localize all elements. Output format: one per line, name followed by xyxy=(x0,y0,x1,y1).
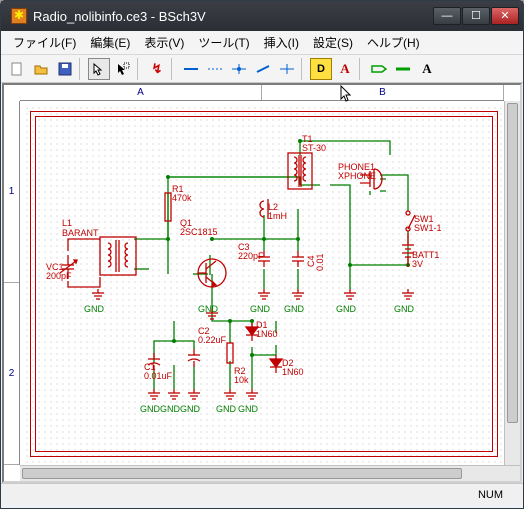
menu-help[interactable]: ヘルプ(H) xyxy=(361,32,426,53)
menu-settings[interactable]: 設定(S) xyxy=(307,32,359,53)
schematic-sheet[interactable]: T1 ST-30 PHONE1 XPHONE R1 470k L2 1mH Q1… xyxy=(24,105,504,463)
menu-view[interactable]: 表示(V) xyxy=(138,32,190,53)
select-tool-button[interactable] xyxy=(88,58,110,80)
tag-tool-button[interactable] xyxy=(368,58,390,80)
bus-tool-button[interactable] xyxy=(204,58,226,80)
junction-tool-button[interactable] xyxy=(228,58,250,80)
label-gnd6: GND xyxy=(394,305,414,315)
menu-file[interactable]: ファイル(F) xyxy=(7,32,82,53)
app-icon xyxy=(11,8,27,24)
menu-insert[interactable]: 挿入(I) xyxy=(258,32,305,53)
origin-tool-button[interactable]: ↯ xyxy=(146,58,168,80)
menubar: ファイル(F) 編集(E) 表示(V) ツール(T) 挿入(I) 設定(S) ヘ… xyxy=(1,31,523,55)
label-c4v: 0.01 xyxy=(316,253,326,271)
open-file-button[interactable] xyxy=(30,58,52,80)
schematic-drawing xyxy=(30,111,498,457)
maximize-button[interactable]: ☐ xyxy=(462,7,490,25)
label-t1v: ST-30 xyxy=(302,144,326,154)
label-gnd1: GND xyxy=(84,305,104,315)
scrollbar-horizontal[interactable] xyxy=(20,465,520,481)
label-c3v: 220pF xyxy=(238,252,264,262)
label-c1v: 0.01uF xyxy=(144,372,172,382)
label-gnd4: GND xyxy=(284,305,304,315)
entry-tool-button[interactable] xyxy=(252,58,274,80)
ruler-horizontal: A B xyxy=(20,85,504,101)
component-tool-button[interactable]: D xyxy=(310,58,332,80)
app-window: Radio_nolibinfo.ce3 - BSch3V — ☐ ✕ ファイル(… xyxy=(0,0,524,509)
label-gnd5: GND xyxy=(336,305,356,315)
scrollbar-vertical[interactable] xyxy=(504,101,520,465)
label-batt1v: 3V xyxy=(412,260,423,270)
toolbar: ↯ D A A xyxy=(1,55,523,83)
label-l1: L1 BARANT xyxy=(62,219,99,239)
new-file-button[interactable] xyxy=(6,58,28,80)
ruler-vertical: 1 2 xyxy=(4,101,20,465)
minimize-button[interactable]: — xyxy=(433,7,461,25)
netlabel-tool-button[interactable]: A xyxy=(334,58,356,80)
label-gnd8: GND xyxy=(160,405,180,415)
statusbar: NUM xyxy=(1,483,523,505)
label-c2v: 0.22uF xyxy=(198,336,226,346)
noconnect-tool-button[interactable] xyxy=(276,58,298,80)
menu-tool[interactable]: ツール(T) xyxy=(192,32,255,53)
label-r1v: 470k xyxy=(172,194,192,204)
label-vc1v: 200pF xyxy=(46,272,72,282)
label-l2v: 1mH xyxy=(268,212,287,222)
canvas[interactable]: A B 1 2 xyxy=(2,83,522,483)
wire-tool-button[interactable] xyxy=(180,58,202,80)
drag-tool-button[interactable] xyxy=(112,58,134,80)
text-tool-button[interactable]: A xyxy=(416,58,438,80)
label-phone1v: XPHONE xyxy=(338,172,376,182)
menu-edit[interactable]: 編集(E) xyxy=(84,32,136,53)
label-gnd9: GND xyxy=(180,405,200,415)
label-sw1v: SW1-1 xyxy=(414,224,442,234)
label-gnd3: GND xyxy=(250,305,270,315)
label-gnd7: GND xyxy=(140,405,160,415)
label-d1v: 1N60 xyxy=(256,330,278,340)
label-d2v: 1N60 xyxy=(282,368,304,378)
label-r2v: 10k xyxy=(234,376,249,386)
window-title: Radio_nolibinfo.ce3 - BSch3V xyxy=(33,9,433,24)
label-q1v: 2SC1815 xyxy=(180,228,218,238)
line-tool-button[interactable] xyxy=(392,58,414,80)
label-gnd10: GND xyxy=(216,405,236,415)
mouse-cursor-icon xyxy=(340,85,354,105)
label-gnd2: GND xyxy=(198,305,218,315)
label-gnd11: GND xyxy=(238,405,258,415)
close-button[interactable]: ✕ xyxy=(491,7,519,25)
save-file-button[interactable] xyxy=(54,58,76,80)
status-num: NUM xyxy=(478,489,503,501)
titlebar[interactable]: Radio_nolibinfo.ce3 - BSch3V — ☐ ✕ xyxy=(1,1,523,31)
